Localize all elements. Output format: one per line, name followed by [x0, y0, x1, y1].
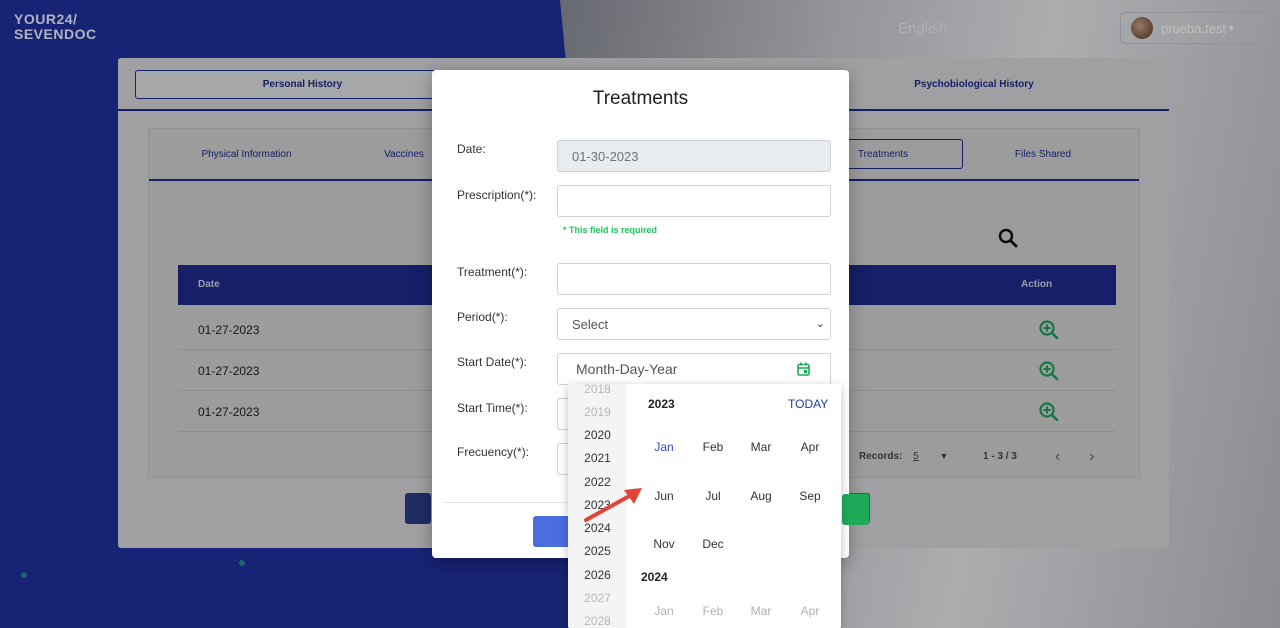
date-field: 01-30-2023 [557, 140, 831, 172]
month-jan[interactable]: Jan [640, 440, 688, 454]
month-sep[interactable]: Sep [786, 489, 834, 503]
prescription-field[interactable] [557, 185, 831, 217]
today-button[interactable]: TODAY [788, 397, 828, 411]
treatment-label: Treatment(*): [457, 265, 528, 279]
year-option[interactable]: 2027 [568, 591, 627, 605]
year-option[interactable]: 2020 [568, 428, 627, 442]
year-option[interactable]: 2026 [568, 568, 627, 582]
period-select[interactable]: Select ⌄ [557, 308, 831, 340]
period-value: Select [572, 316, 609, 332]
start-date-label: Start Date(*): [457, 355, 528, 369]
start-time-label: Start Time(*): [457, 401, 528, 415]
modal-title: Treatments [592, 88, 689, 109]
month-mar-next[interactable]: Mar [737, 604, 785, 618]
period-label: Period(*): [457, 310, 508, 324]
year-option[interactable]: 2028 [568, 614, 627, 628]
calendar-next-year-heading: 2024 [641, 570, 668, 584]
month-aug[interactable]: Aug [737, 489, 785, 503]
month-dec[interactable]: Dec [689, 537, 737, 551]
date-label: Date: [457, 142, 486, 156]
month-apr[interactable]: Apr [786, 440, 834, 454]
treatment-field[interactable] [557, 263, 831, 295]
year-option[interactable]: 2019 [568, 405, 627, 419]
start-date-field[interactable]: Month-Day-Year [557, 353, 831, 385]
calendar-year-heading: 2023 [648, 397, 675, 411]
date-value: 01-30-2023 [572, 148, 639, 164]
modal-save-button[interactable] [842, 494, 869, 525]
year-option[interactable]: 2021 [568, 451, 627, 465]
month-apr-next[interactable]: Apr [786, 604, 834, 618]
month-feb-next[interactable]: Feb [689, 604, 737, 618]
frequency-label: Frecuency(*): [457, 445, 530, 459]
annotation-arrow [584, 488, 642, 522]
month-mar[interactable]: Mar [737, 440, 785, 454]
chevron-down-icon: ⌄ [815, 318, 825, 330]
month-jul[interactable]: Jul [689, 489, 737, 503]
month-jan-next[interactable]: Jan [640, 604, 688, 618]
prescription-error: * This field is required [563, 225, 658, 235]
year-option[interactable]: 2018 [568, 384, 627, 396]
month-feb[interactable]: Feb [689, 440, 737, 454]
start-date-placeholder: Month-Day-Year [576, 361, 678, 377]
month-nov[interactable]: Nov [640, 537, 688, 551]
year-option[interactable]: 2025 [568, 544, 627, 558]
prescription-label: Prescription(*): [457, 188, 537, 202]
calendar-icon[interactable] [797, 362, 810, 379]
